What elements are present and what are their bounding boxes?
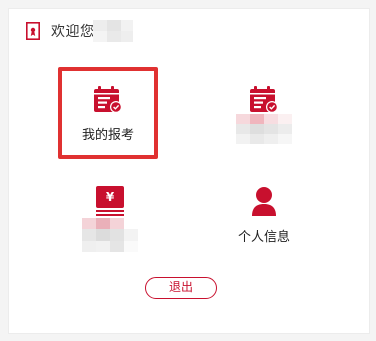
menu-item-label-blurred — [236, 114, 292, 144]
menu-item-label: 个人信息 — [237, 230, 290, 245]
calendar-check-icon — [250, 86, 278, 113]
page-background: 欢迎您 我的报考 ¥ 个人信息 退出 — [0, 0, 376, 341]
svg-text:¥: ¥ — [106, 190, 115, 204]
welcome-header: 欢迎您 — [26, 20, 133, 42]
welcome-text: 欢迎您 — [51, 24, 95, 40]
logout-button[interactable]: 退出 — [145, 277, 217, 299]
menu-item-payment[interactable]: ¥ — [70, 186, 150, 252]
user-icon — [252, 187, 276, 216]
menu-item-label-blurred — [82, 218, 138, 252]
highlight-annotation-box — [58, 67, 158, 159]
yuan-bill-icon: ¥ — [96, 186, 124, 216]
menu-item-registration-2[interactable] — [224, 86, 304, 144]
bookmark-badge-icon — [26, 22, 40, 40]
menu-item-personal-info[interactable]: 个人信息 — [224, 186, 304, 245]
username-blurred — [92, 20, 133, 42]
